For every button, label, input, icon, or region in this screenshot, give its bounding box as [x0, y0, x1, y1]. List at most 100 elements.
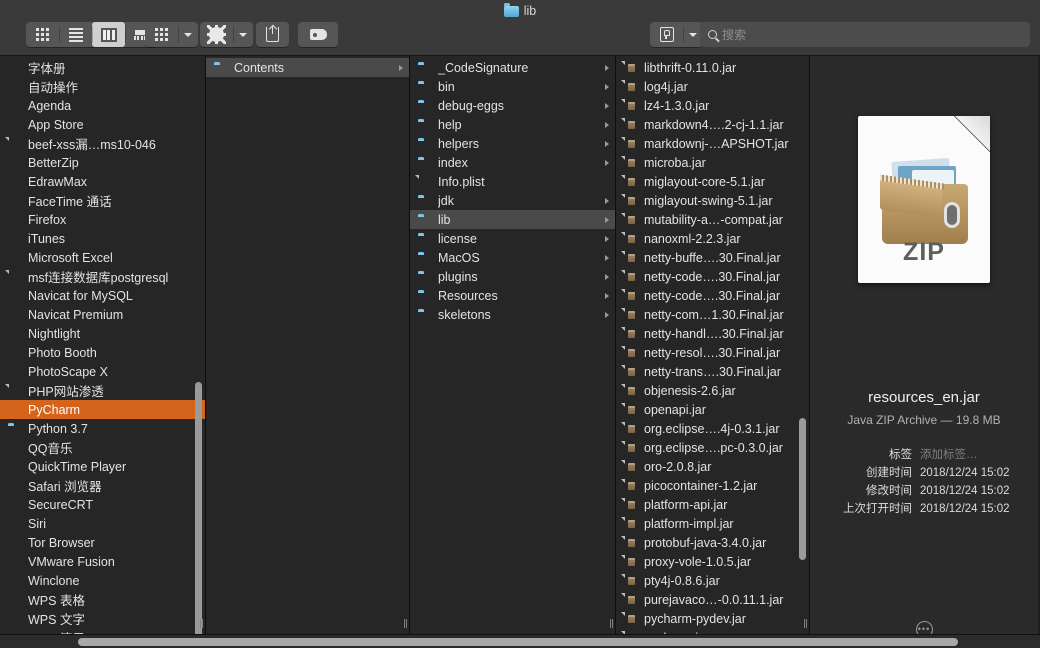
sidebar-item[interactable]: msf连接数据库postgresql	[0, 267, 205, 286]
file-item[interactable]: markdownj-…APSHOT.jar	[616, 134, 809, 153]
folder-item[interactable]: MacOS	[410, 248, 615, 267]
sidebar-item[interactable]: Safari 浏览器	[0, 476, 205, 495]
sidebar-item[interactable]: PhotoScape X	[0, 362, 205, 381]
column-resize-grip[interactable]	[197, 614, 205, 632]
file-item[interactable]: markdown4….2-cj-1.1.jar	[616, 115, 809, 134]
folder-item[interactable]: bin	[410, 77, 615, 96]
sidebar-item[interactable]: EdrawMax	[0, 172, 205, 191]
sidebar-item[interactable]: FaceTime 通话	[0, 191, 205, 210]
sidebar-item[interactable]: Python 3.7	[0, 419, 205, 438]
box-button[interactable]	[650, 22, 683, 47]
sidebar-item[interactable]: Firefox	[0, 210, 205, 229]
horizontal-scrollbar-track[interactable]	[0, 634, 1040, 648]
file-item[interactable]: protobuf-java-3.4.0.jar	[616, 533, 809, 552]
column-contents[interactable]: Contents	[206, 56, 410, 648]
column-resize-grip[interactable]	[401, 614, 409, 632]
column-folders[interactable]: _CodeSignature bin debug-eggs help helpers in…	[410, 56, 616, 648]
file-item[interactable]: netty-buffe….30.Final.jar	[616, 248, 809, 267]
file-item[interactable]: netty-com…1.30.Final.jar	[616, 305, 809, 324]
folder-item[interactable]: Info.plist	[410, 172, 615, 191]
file-item[interactable]: netty-resol….30.Final.jar	[616, 343, 809, 362]
file-item[interactable]: oro-2.0.8.jar	[616, 457, 809, 476]
file-item[interactable]: platform-api.jar	[616, 495, 809, 514]
tag-control[interactable]	[298, 22, 338, 47]
icon-view-button[interactable]	[26, 22, 59, 47]
search-field[interactable]: 搜索	[700, 22, 1030, 47]
file-item[interactable]: netty-code….30.Final.jar	[616, 267, 809, 286]
contents-item[interactable]: Contents	[206, 58, 409, 77]
share-button[interactable]	[256, 22, 289, 47]
file-item[interactable]: purejavaco…-0.0.11.1.jar	[616, 590, 809, 609]
sidebar-item[interactable]: Tor Browser	[0, 533, 205, 552]
sidebar-item[interactable]: 自动操作	[0, 77, 205, 96]
folder-item[interactable]: license	[410, 229, 615, 248]
folder-item[interactable]: _CodeSignature	[410, 58, 615, 77]
file-item[interactable]: microba.jar	[616, 153, 809, 172]
file-item[interactable]: lz4-1.3.0.jar	[616, 96, 809, 115]
sidebar-item[interactable]: Photo Booth	[0, 343, 205, 362]
file-item[interactable]: openapi.jar	[616, 400, 809, 419]
folder-item[interactable]: plugins	[410, 267, 615, 286]
action-button[interactable]	[200, 22, 233, 47]
sidebar-item[interactable]: WPS 文字	[0, 609, 205, 628]
sidebar-item[interactable]: Winclone	[0, 571, 205, 590]
file-item[interactable]: platform-impl.jar	[616, 514, 809, 533]
sidebar-item[interactable]: PHP网站渗透	[0, 381, 205, 400]
file-item[interactable]: netty-handl….30.Final.jar	[616, 324, 809, 343]
arrange-control[interactable]	[145, 22, 198, 47]
sidebar-item[interactable]: Siri	[0, 514, 205, 533]
sidebar-item[interactable]: iTunes	[0, 229, 205, 248]
sidebar-item[interactable]: Navicat Premium	[0, 305, 205, 324]
column-files[interactable]: libthrift-0.11.0.jar log4j.jar lz4-1.3.0.j…	[616, 56, 810, 648]
horizontal-scrollbar-thumb[interactable]	[78, 638, 958, 646]
folder-item[interactable]: helpers	[410, 134, 615, 153]
action-control[interactable]	[200, 22, 253, 47]
file-item[interactable]: pycharm-pydev.jar	[616, 609, 809, 628]
sidebar-item[interactable]: Microsoft Excel	[0, 248, 205, 267]
sidebar-item[interactable]: WPS 表格	[0, 590, 205, 609]
list-view-button[interactable]	[59, 22, 92, 47]
share-control[interactable]	[256, 22, 289, 47]
sidebar-item[interactable]: VMware Fusion	[0, 552, 205, 571]
metadata-value[interactable]: 添加标签…	[920, 446, 978, 462]
sidebar-item[interactable]: 字体册	[0, 58, 205, 77]
column-resize-grip[interactable]	[607, 614, 615, 632]
sidebar-item[interactable]: SecureCRT	[0, 495, 205, 514]
column-view-button[interactable]	[92, 22, 125, 47]
sidebar-item[interactable]: App Store	[0, 115, 205, 134]
folder-item[interactable]: index	[410, 153, 615, 172]
action-dropdown-caret[interactable]	[233, 22, 253, 47]
folder-item[interactable]: help	[410, 115, 615, 134]
sidebar-item[interactable]: QQ音乐	[0, 438, 205, 457]
sidebar-item[interactable]: QuickTime Player	[0, 457, 205, 476]
tag-button[interactable]	[298, 22, 338, 47]
arrange-button[interactable]	[145, 22, 178, 47]
folder-item[interactable]: skeletons	[410, 305, 615, 324]
view-mode-segmented-control[interactable]	[26, 22, 158, 47]
column-applications[interactable]: 字体册 自动操作 Agenda App Store beef-xss漏…ms10-046…	[0, 56, 206, 648]
folder-item[interactable]: debug-eggs	[410, 96, 615, 115]
sidebar-vertical-scrollbar[interactable]	[195, 382, 202, 648]
arrange-dropdown-caret[interactable]	[178, 22, 198, 47]
files-vertical-scrollbar[interactable]	[799, 418, 806, 560]
sidebar-item[interactable]: Nightlight	[0, 324, 205, 343]
file-item[interactable]: mutability-a…-compat.jar	[616, 210, 809, 229]
sidebar-item[interactable]: BetterZip	[0, 153, 205, 172]
file-item[interactable]: pty4j-0.8.6.jar	[616, 571, 809, 590]
sidebar-item[interactable]: Agenda	[0, 96, 205, 115]
box-control[interactable]	[650, 22, 703, 47]
file-item[interactable]: objenesis-2.6.jar	[616, 381, 809, 400]
sidebar-item[interactable]: PyCharm	[0, 400, 205, 419]
folder-item[interactable]: lib	[410, 210, 615, 229]
sidebar-item[interactable]: beef-xss漏…ms10-046	[0, 134, 205, 153]
folder-item[interactable]: jdk	[410, 191, 615, 210]
file-item[interactable]: netty-code….30.Final.jar	[616, 286, 809, 305]
file-item[interactable]: libthrift-0.11.0.jar	[616, 58, 809, 77]
file-item[interactable]: picocontainer-1.2.jar	[616, 476, 809, 495]
file-item[interactable]: nanoxml-2.2.3.jar	[616, 229, 809, 248]
sidebar-item[interactable]: Navicat for MySQL	[0, 286, 205, 305]
file-item[interactable]: miglayout-swing-5.1.jar	[616, 191, 809, 210]
file-item[interactable]: proxy-vole-1.0.5.jar	[616, 552, 809, 571]
file-item[interactable]: org.eclipse….pc-0.3.0.jar	[616, 438, 809, 457]
file-item[interactable]: miglayout-core-5.1.jar	[616, 172, 809, 191]
